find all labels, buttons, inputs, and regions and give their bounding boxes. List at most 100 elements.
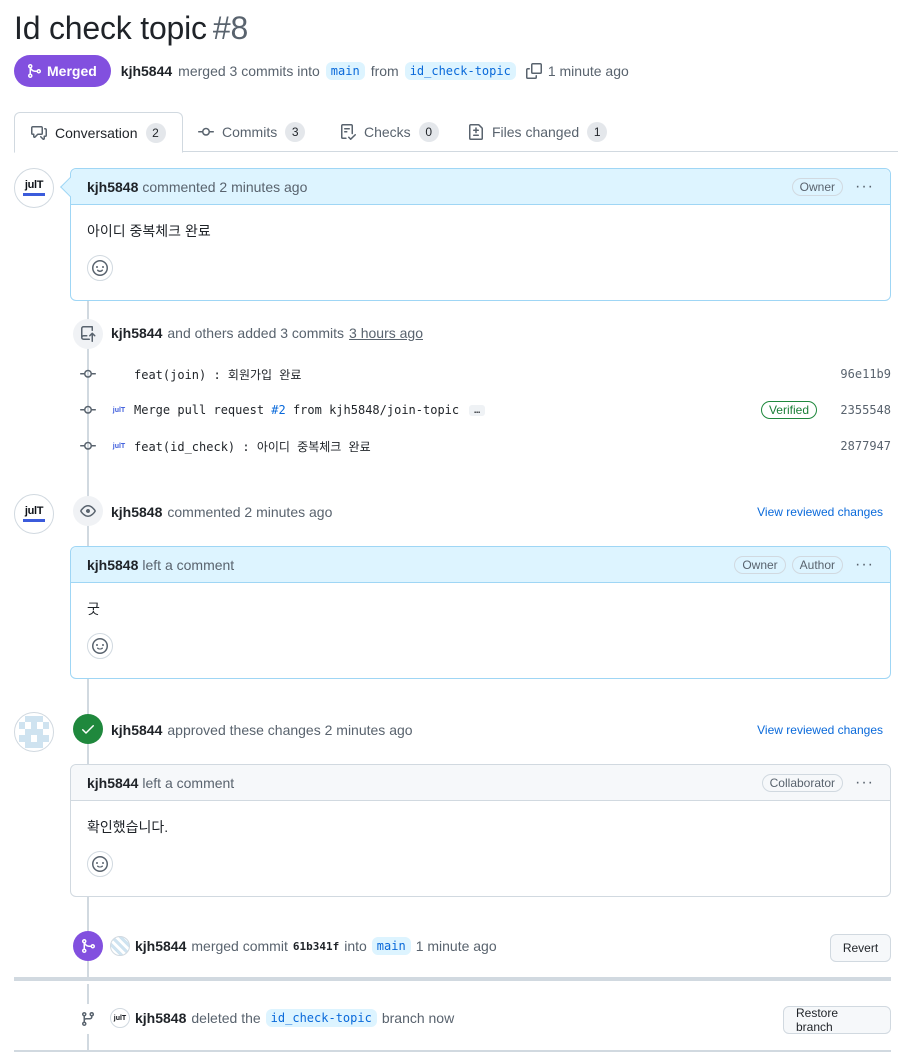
merge-icon bbox=[28, 64, 42, 78]
comment-text: 확인했습니다. bbox=[87, 819, 169, 835]
copy-icon[interactable] bbox=[525, 63, 542, 79]
add-reaction-button[interactable] bbox=[87, 851, 113, 877]
comment-body: 아이디 중복체크 완료 bbox=[71, 205, 890, 297]
review-author[interactable]: kjh5848 bbox=[111, 504, 162, 520]
comment-text: 굿 bbox=[87, 601, 100, 617]
commit-sha[interactable]: 96e11b9 bbox=[840, 367, 891, 381]
into-label: into bbox=[344, 938, 367, 954]
owner-badge: Owner bbox=[734, 556, 786, 574]
add-reaction-button[interactable] bbox=[87, 633, 113, 659]
kebab-menu-icon[interactable]: ··· bbox=[855, 775, 874, 791]
git-commit-icon bbox=[80, 369, 96, 378]
add-reaction-button[interactable] bbox=[87, 255, 113, 281]
git-commit-icon bbox=[80, 405, 96, 414]
delete-author[interactable]: kjh5848 bbox=[135, 1010, 186, 1026]
comment-author[interactable]: kjh5848 bbox=[87, 179, 138, 195]
base-branch[interactable]: main bbox=[371, 937, 411, 955]
merge-icon bbox=[73, 931, 103, 961]
avatar[interactable] bbox=[110, 936, 130, 956]
pr-meta: Merged kjh5844 merged 3 commits into mai… bbox=[14, 55, 629, 87]
repo-push-icon bbox=[73, 319, 103, 349]
avatar[interactable]: julT bbox=[14, 168, 54, 208]
owner-badge: Owner bbox=[791, 178, 844, 196]
commit-row: feat(join) : 회원가입 완료 96e11b9 bbox=[80, 362, 891, 386]
tab-conversation-label: Conversation bbox=[55, 124, 138, 141]
kebab-menu-icon[interactable]: ··· bbox=[855, 557, 874, 573]
comment-body: 확인했습니다. bbox=[71, 801, 890, 893]
merge-time: 1 minute ago bbox=[415, 938, 497, 954]
comment-action: commented 2 minutes ago bbox=[142, 178, 308, 195]
git-branch-icon bbox=[73, 1004, 103, 1034]
smiley-icon bbox=[92, 856, 108, 872]
identicon-avatar[interactable] bbox=[14, 712, 54, 752]
pr-title-text: Id check topic bbox=[14, 10, 207, 46]
merged-status-badge: Merged bbox=[14, 55, 111, 87]
tab-files-count: 1 bbox=[587, 122, 608, 142]
merge-commit-sha[interactable]: 61b341f bbox=[293, 940, 339, 953]
commit-author-avatar[interactable]: julT bbox=[112, 403, 126, 417]
julit-logo: julT bbox=[23, 506, 45, 522]
commit-message[interactable]: feat(id_check) : 아이디 중복체크 완료 bbox=[134, 438, 371, 455]
avatar[interactable]: julT bbox=[14, 494, 54, 534]
comment-author[interactable]: kjh5844 bbox=[87, 775, 138, 791]
commits-event: kjh5844 and others added 3 commits 3 hou… bbox=[111, 325, 423, 341]
commit-author-avatar[interactable]: julT bbox=[112, 439, 126, 453]
merge-author[interactable]: kjh5844 bbox=[135, 938, 186, 954]
collaborator-badge: Collaborator bbox=[761, 774, 844, 792]
base-branch[interactable]: main bbox=[325, 62, 365, 80]
restore-branch-button[interactable]: Restore branch bbox=[783, 1006, 891, 1034]
commit-message[interactable]: feat(join) : 회원가입 완료 bbox=[134, 366, 301, 383]
divider bbox=[14, 1050, 891, 1052]
eye-icon bbox=[73, 496, 103, 526]
divider bbox=[14, 977, 891, 981]
smiley-icon bbox=[92, 260, 108, 276]
kebab-menu-icon[interactable]: ··· bbox=[855, 179, 874, 195]
author-badge: Author bbox=[791, 556, 844, 574]
checklist-icon bbox=[341, 124, 356, 140]
revert-button[interactable]: Revert bbox=[830, 934, 891, 962]
tab-files-label: Files changed bbox=[492, 124, 580, 140]
approver[interactable]: kjh5844 bbox=[111, 722, 162, 738]
tab-checks[interactable]: Checks 0 bbox=[324, 112, 455, 152]
merged-label: Merged bbox=[47, 63, 97, 79]
tab-commits[interactable]: Commits 3 bbox=[182, 112, 321, 152]
head-branch[interactable]: id_check-topic bbox=[404, 62, 516, 80]
view-reviewed-changes-link[interactable]: View reviewed changes bbox=[757, 723, 883, 737]
tab-conversation[interactable]: Conversation 2 bbox=[14, 112, 183, 153]
commit-row: julT feat(id_check) : 아이디 중복체크 완료 287794… bbox=[80, 434, 891, 458]
view-reviewed-changes-link[interactable]: View reviewed changes bbox=[757, 505, 883, 519]
delete-suffix: branch now bbox=[381, 1010, 455, 1026]
merge-event: kjh5844 merged commit 61b341f into main … bbox=[110, 936, 497, 956]
commits-time-link[interactable]: 3 hours ago bbox=[349, 325, 423, 341]
comment-body: 굿 bbox=[71, 583, 890, 675]
comment-header: kjh5844 left a comment Collaborator ··· bbox=[71, 765, 890, 801]
tab-files-changed[interactable]: Files changed 1 bbox=[452, 112, 623, 152]
expand-commit-button[interactable]: … bbox=[469, 404, 486, 416]
review-event: kjh5848 commented 2 minutes ago bbox=[111, 504, 332, 520]
comment-header: kjh5848 commented 2 minutes ago Owner ··… bbox=[71, 169, 890, 205]
comment-author[interactable]: kjh5848 bbox=[87, 557, 138, 573]
commit-message[interactable]: Merge pull request #2 from kjh5848/join-… bbox=[134, 403, 459, 417]
commit-row: julT Merge pull request #2 from kjh5848/… bbox=[80, 398, 891, 422]
tab-checks-label: Checks bbox=[364, 124, 411, 140]
tab-commits-count: 3 bbox=[285, 122, 306, 142]
julit-logo: julT bbox=[23, 180, 45, 196]
review-comment-card: kjh5848 left a comment Owner Author ··· … bbox=[70, 546, 891, 679]
commit-sha[interactable]: 2355548 bbox=[840, 403, 891, 417]
merge-description: merged 3 commits into bbox=[178, 63, 320, 79]
comment-text: 아이디 중복체크 완료 bbox=[87, 223, 211, 239]
deleted-branch[interactable]: id_check-topic bbox=[265, 1009, 377, 1027]
verified-badge[interactable]: Verified bbox=[760, 401, 817, 419]
comment-discussion-icon bbox=[31, 125, 47, 140]
commit-sha[interactable]: 2877947 bbox=[840, 439, 891, 453]
file-diff-icon bbox=[469, 124, 483, 140]
review-comment-card: kjh5844 left a comment Collaborator ··· … bbox=[70, 764, 891, 897]
pr-author-link[interactable]: kjh5844 bbox=[121, 63, 172, 79]
comment-action: left a comment bbox=[142, 556, 235, 573]
check-icon bbox=[73, 714, 103, 744]
delete-event-text: deleted the bbox=[191, 1010, 261, 1026]
page-title: Id check topic #8 bbox=[14, 10, 248, 47]
commits-author[interactable]: kjh5844 bbox=[111, 325, 162, 341]
avatar[interactable]: julT bbox=[110, 1008, 130, 1028]
approval-action: approved these changes 2 minutes ago bbox=[167, 722, 413, 738]
